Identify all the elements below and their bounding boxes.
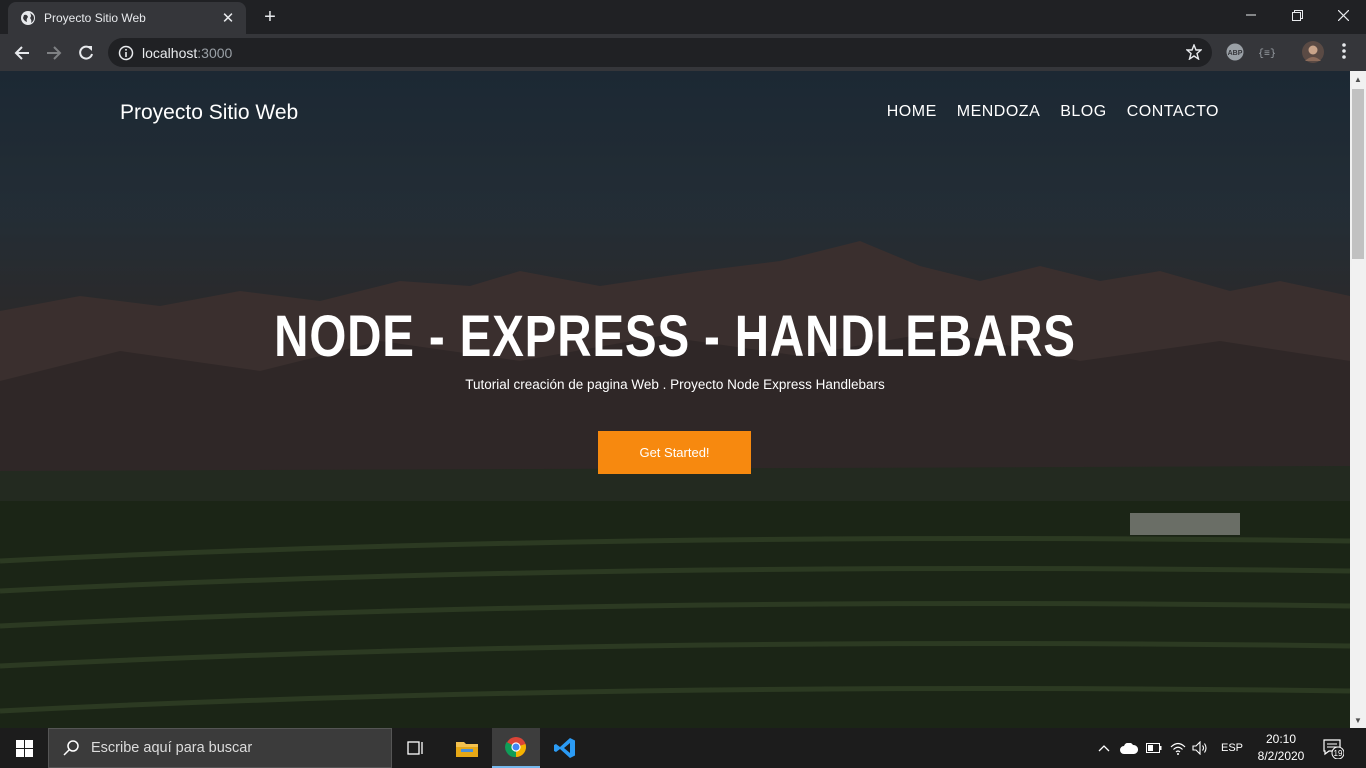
nav-contacto[interactable]: CONTACTO bbox=[1127, 103, 1219, 121]
get-started-button[interactable]: Get Started! bbox=[598, 431, 751, 474]
windows-logo-icon bbox=[15, 739, 33, 757]
taskbar-search[interactable]: Escribe aquí para buscar bbox=[48, 728, 392, 768]
chrome-taskbar-button[interactable] bbox=[492, 728, 540, 768]
notifications-button[interactable]: 19 bbox=[1322, 728, 1344, 768]
nav-mendoza[interactable]: MENDOZA bbox=[957, 103, 1041, 121]
address-bar[interactable]: localhost :3000 bbox=[108, 38, 1212, 67]
bookmark-star-icon[interactable] bbox=[1185, 43, 1203, 61]
tray-chevron-icon[interactable] bbox=[1098, 728, 1110, 768]
scrollbar-thumb[interactable] bbox=[1352, 89, 1364, 259]
adblock-label: ABP bbox=[1228, 50, 1243, 57]
windows-taskbar: Escribe aquí para buscar ESP 20:10 8/2/2… bbox=[0, 728, 1366, 768]
minimize-button[interactable] bbox=[1228, 0, 1274, 30]
new-tab-button[interactable]: + bbox=[258, 6, 282, 30]
browser-tab[interactable]: Proyecto Sitio Web ✕ bbox=[8, 2, 246, 34]
notification-count: 19 bbox=[1334, 749, 1343, 758]
start-button[interactable] bbox=[0, 728, 48, 768]
notification-icon: 19 bbox=[1323, 739, 1344, 759]
reload-icon bbox=[79, 45, 93, 60]
tab-title: Proyecto Sitio Web bbox=[44, 11, 146, 25]
tab-strip: Proyecto Sitio Web ✕ + bbox=[0, 0, 1366, 34]
hero-title: NODE - EXPRESS - HANDLEBARS bbox=[274, 304, 1076, 369]
reload-button[interactable] bbox=[72, 39, 100, 67]
battery-icon[interactable] bbox=[1146, 728, 1162, 768]
clock-date: 8/2/2020 bbox=[1257, 749, 1305, 763]
vscode-icon bbox=[554, 738, 575, 758]
arrow-right-icon bbox=[47, 46, 62, 60]
restore-button[interactable] bbox=[1274, 0, 1320, 30]
hero-subtitle: Tutorial creación de pagina Web . Proyec… bbox=[465, 377, 885, 392]
site-nav: HOME MENDOZA BLOG CONTACTO bbox=[887, 103, 1219, 121]
arrow-left-icon bbox=[14, 46, 29, 60]
restore-icon bbox=[1291, 9, 1303, 21]
url-port: :3000 bbox=[197, 44, 233, 61]
minimize-icon bbox=[1246, 14, 1256, 16]
globe-icon bbox=[20, 10, 36, 26]
vineyard-field bbox=[0, 501, 1350, 728]
close-window-button[interactable] bbox=[1320, 0, 1366, 30]
onedrive-icon[interactable] bbox=[1120, 728, 1138, 768]
adblock-extension-icon[interactable]: ABP bbox=[1226, 43, 1244, 66]
system-clock[interactable]: 20:10 8/2/2020 bbox=[1248, 731, 1314, 765]
wifi-icon[interactable] bbox=[1170, 728, 1186, 768]
search-icon bbox=[63, 740, 79, 756]
page-viewport: Proyecto Sitio Web HOME MENDOZA BLOG CON… bbox=[0, 71, 1350, 728]
search-placeholder: Escribe aquí para buscar bbox=[91, 740, 253, 756]
back-button[interactable] bbox=[8, 39, 36, 67]
nav-home[interactable]: HOME bbox=[887, 103, 937, 121]
json-viewer-label: {≡} bbox=[1258, 48, 1276, 60]
language-indicator[interactable]: ESP bbox=[1221, 728, 1243, 768]
clock-time: 20:10 bbox=[1265, 732, 1297, 746]
file-explorer-button[interactable] bbox=[443, 728, 491, 768]
tab-close-icon[interactable]: ✕ bbox=[220, 9, 236, 27]
scroll-up-icon[interactable]: ▲ bbox=[1350, 71, 1366, 87]
scroll-down-icon[interactable]: ▼ bbox=[1350, 712, 1366, 728]
nav-blog[interactable]: BLOG bbox=[1060, 103, 1106, 121]
task-view-icon bbox=[407, 741, 423, 755]
vscode-taskbar-button[interactable] bbox=[541, 728, 589, 768]
url-host: localhost bbox=[142, 44, 198, 61]
info-icon[interactable] bbox=[118, 45, 134, 61]
forward-button[interactable] bbox=[40, 39, 68, 67]
menu-kebab-icon[interactable] bbox=[1336, 42, 1352, 65]
folder-icon bbox=[456, 742, 478, 757]
close-icon bbox=[1337, 9, 1349, 21]
site-brand[interactable]: Proyecto Sitio Web bbox=[120, 101, 298, 125]
page-scrollbar[interactable]: ▲ ▼ bbox=[1350, 71, 1366, 728]
volume-icon[interactable] bbox=[1192, 728, 1208, 768]
chrome-icon bbox=[505, 737, 526, 758]
task-view-button[interactable] bbox=[392, 728, 440, 768]
browser-toolbar: localhost :3000 ABP {≡} bbox=[0, 34, 1366, 71]
json-viewer-extension-icon[interactable]: {≡} bbox=[1258, 43, 1276, 66]
profile-avatar[interactable] bbox=[1302, 41, 1324, 68]
